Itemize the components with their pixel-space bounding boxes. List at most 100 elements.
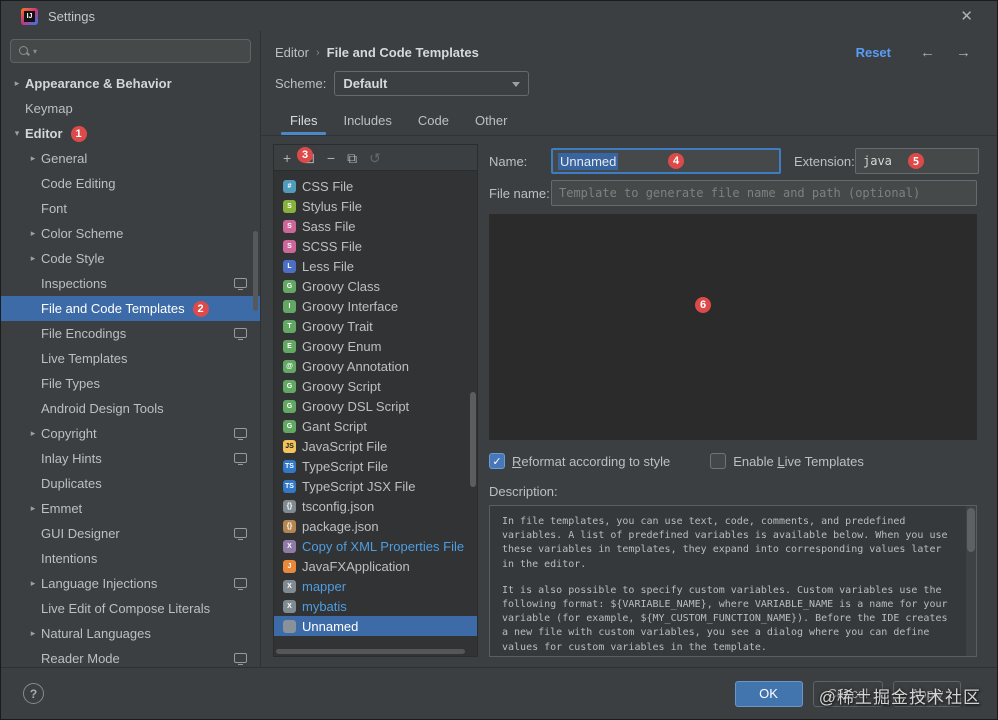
file-name-input[interactable]: Template to generate file name and path … — [551, 180, 977, 206]
chevron-right-icon[interactable]: ▸ — [25, 228, 41, 239]
remove-template-button[interactable]: − — [327, 151, 335, 165]
tab-files[interactable]: Files — [277, 106, 330, 135]
template-item-groovy-script[interactable]: G Groovy Script — [274, 376, 477, 396]
sidebar-item-language-injections[interactable]: ▸ Language Injections — [1, 571, 260, 596]
template-item-copy-of-xml-properties-file[interactable]: X Copy of XML Properties File — [274, 536, 477, 556]
sidebar-item-general[interactable]: ▸ General — [1, 146, 260, 171]
template-list-vertical-scrollbar[interactable] — [470, 392, 476, 487]
checked-checkbox-icon: ✓ — [489, 453, 505, 469]
chevron-right-icon[interactable]: ▸ — [25, 578, 41, 589]
description-paragraph: In file templates, you can use text, cod… — [502, 516, 948, 570]
extension-value: java — [863, 154, 892, 168]
template-item-stylus-file[interactable]: S Stylus File — [274, 196, 477, 216]
tab-includes[interactable]: Includes — [330, 106, 404, 135]
template-item-mapper[interactable]: Xmapper — [274, 576, 477, 596]
template-item-gant-script[interactable]: G Gant Script — [274, 416, 477, 436]
template-item-unnamed[interactable]: Unnamed — [274, 616, 477, 636]
back-arrow-icon[interactable]: ← — [920, 45, 935, 60]
sidebar-scrollbar[interactable] — [253, 231, 258, 311]
search-icon — [18, 45, 30, 57]
sidebar-item-editor[interactable]: ▾ Editor 1 — [1, 121, 260, 146]
sidebar-item-label: Duplicates — [41, 476, 102, 491]
template-item-groovy-interface[interactable]: I Groovy Interface — [274, 296, 477, 316]
template-item-javafxapplication[interactable]: J JavaFXApplication — [274, 556, 477, 576]
sidebar-item-live-edit-of-compose-literals[interactable]: Live Edit of Compose Literals — [1, 596, 260, 621]
sidebar-item-appearance-behavior[interactable]: ▸ Appearance & Behavior — [1, 71, 260, 96]
close-icon[interactable]: ✕ — [960, 9, 973, 24]
search-input[interactable]: ▾ — [10, 39, 251, 63]
chevron-right-icon[interactable]: ▸ — [25, 153, 41, 164]
sidebar-item-natural-languages[interactable]: ▸ Natural Languages — [1, 621, 260, 646]
template-item-groovy-trait[interactable]: T Groovy Trait — [274, 316, 477, 336]
template-item-mybatis[interactable]: Xmybatis — [274, 596, 477, 616]
template-item-javascript-file[interactable]: JS JavaScript File — [274, 436, 477, 456]
chevron-right-icon[interactable]: ▸ — [9, 78, 25, 89]
chevron-right-icon[interactable]: ▸ — [25, 253, 41, 264]
breadcrumb-editor[interactable]: Editor — [275, 45, 309, 60]
forward-arrow-icon[interactable]: → — [956, 45, 971, 60]
sidebar-item-intentions[interactable]: Intentions — [1, 546, 260, 571]
sidebar-item-reader-mode[interactable]: Reader Mode — [1, 646, 260, 667]
template-list-horizontal-scrollbar[interactable] — [276, 649, 465, 654]
template-body-editor[interactable]: 6 — [489, 214, 977, 440]
file-type-icon: X — [283, 579, 296, 593]
tab-code[interactable]: Code — [405, 106, 462, 135]
cancel-button[interactable]: Cancel — [812, 680, 883, 707]
sidebar-item-keymap[interactable]: Keymap — [1, 96, 260, 121]
checkbox-enable-live-templates[interactable]: Enable Live Templates — [710, 453, 864, 469]
description-scrollbar[interactable] — [967, 508, 975, 552]
reset-to-default-button[interactable]: ↺ — [369, 151, 381, 165]
name-input[interactable]: Unnamed 4 — [551, 148, 781, 174]
checkbox-reformat-according-to-style[interactable]: ✓ Reformat according to style — [489, 453, 670, 469]
template-item-groovy-enum[interactable]: E Groovy Enum — [274, 336, 477, 356]
template-item-tsconfig-json[interactable]: {} tsconfig.json — [274, 496, 477, 516]
chevron-right-icon[interactable]: ▸ — [25, 428, 41, 439]
template-item-css-file[interactable]: # CSS File — [274, 176, 477, 196]
sidebar-item-inlay-hints[interactable]: Inlay Hints — [1, 446, 260, 471]
copy-template-button[interactable]: ⧉ — [347, 151, 357, 165]
options-row: ✓ Reformat according to style Enable Live … — [489, 453, 977, 469]
extension-label: Extension: — [794, 153, 855, 169]
sidebar-item-live-templates[interactable]: Live Templates — [1, 346, 260, 371]
reset-link[interactable]: Reset — [856, 45, 891, 60]
chevron-right-icon[interactable]: ▸ — [25, 628, 41, 639]
sidebar-item-duplicates[interactable]: Duplicates — [1, 471, 260, 496]
description-label: Description: — [489, 484, 558, 499]
chevron-down-icon[interactable]: ▾ — [9, 128, 25, 139]
sidebar-item-android-design-tools[interactable]: Android Design Tools — [1, 396, 260, 421]
description-text: In file templates, you can use text, cod… — [502, 515, 956, 655]
template-item-typescript-jsx-file[interactable]: TS TypeScript JSX File — [274, 476, 477, 496]
sidebar-item-file-and-code-templates[interactable]: File and Code Templates 2 — [1, 296, 260, 321]
sidebar-item-label: Editor — [25, 126, 63, 141]
ok-button[interactable]: OK — [734, 680, 803, 707]
sidebar-item-copyright[interactable]: ▸ Copyright — [1, 421, 260, 446]
help-button[interactable]: ? — [23, 683, 44, 704]
apply-button[interactable]: Apply — [893, 680, 961, 707]
sidebar-item-font[interactable]: Font — [1, 196, 260, 221]
template-item-typescript-file[interactable]: TS TypeScript File — [274, 456, 477, 476]
template-item-groovy-annotation[interactable]: @ Groovy Annotation — [274, 356, 477, 376]
sidebar-item-label: Live Edit of Compose Literals — [41, 601, 211, 616]
template-item-scss-file[interactable]: S SCSS File — [274, 236, 477, 256]
chevron-right-icon[interactable]: ▸ — [25, 503, 41, 514]
sidebar-item-inspections[interactable]: Inspections — [1, 271, 260, 296]
template-item-less-file[interactable]: L Less File — [274, 256, 477, 276]
create-template-button[interactable]: + — [283, 151, 291, 165]
template-item-sass-file[interactable]: S Sass File — [274, 216, 477, 236]
template-item-groovy-dsl-script[interactable]: G Groovy DSL Script — [274, 396, 477, 416]
template-item-groovy-class[interactable]: G Groovy Class — [274, 276, 477, 296]
sidebar-item-gui-designer[interactable]: GUI Designer — [1, 521, 260, 546]
template-item-package-json[interactable]: {} package.json — [274, 516, 477, 536]
sidebar-item-emmet[interactable]: ▸ Emmet — [1, 496, 260, 521]
extension-input[interactable]: java 5 — [855, 148, 979, 174]
window-title: Settings — [48, 8, 95, 24]
sidebar-item-code-style[interactable]: ▸ Code Style — [1, 246, 260, 271]
scheme-select[interactable]: Default — [334, 71, 530, 96]
sidebar-item-color-scheme[interactable]: ▸ Color Scheme — [1, 221, 260, 246]
search-history-chevron-icon[interactable]: ▾ — [33, 47, 37, 56]
sidebar-item-file-encodings[interactable]: File Encodings — [1, 321, 260, 346]
sidebar-item-code-editing[interactable]: Code Editing — [1, 171, 260, 196]
file-type-icon: L — [283, 259, 296, 273]
sidebar-item-file-types[interactable]: File Types — [1, 371, 260, 396]
tab-other[interactable]: Other — [462, 106, 521, 135]
